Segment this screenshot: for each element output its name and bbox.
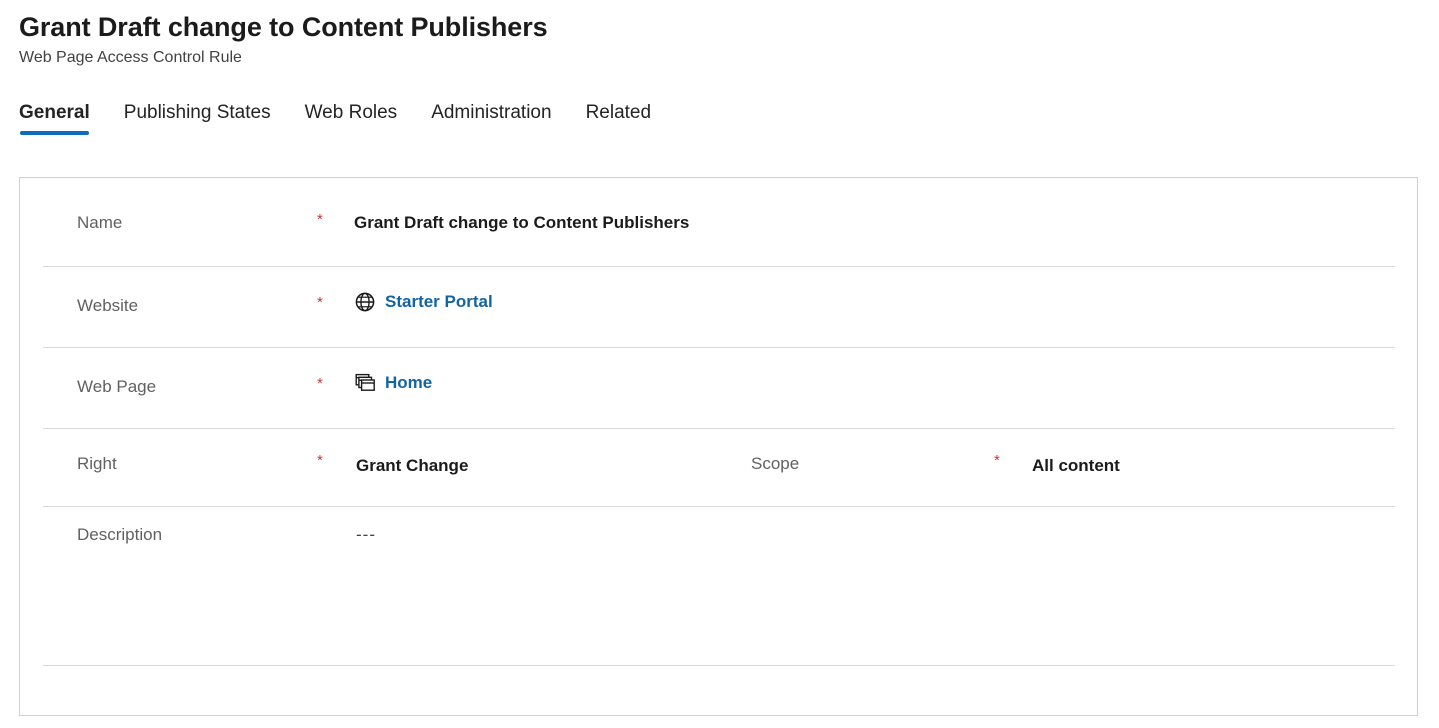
- field-value-name[interactable]: Grant Draft change to Content Publishers: [354, 212, 689, 234]
- tab-web-roles-label: Web Roles: [304, 102, 398, 123]
- tab-bar: General Publishing States Web Roles Admi…: [0, 95, 1439, 135]
- field-label-scope: Scope: [751, 454, 800, 473]
- form-card-footer-space: [20, 666, 1417, 715]
- field-label-right: Right: [77, 454, 117, 473]
- tab-administration[interactable]: Administration: [431, 101, 551, 135]
- field-label-name: Name: [77, 213, 123, 232]
- required-indicator-right: *: [317, 452, 323, 469]
- tab-web-roles[interactable]: Web Roles: [305, 101, 398, 135]
- field-value-scope[interactable]: All content: [1032, 455, 1120, 477]
- field-value-description[interactable]: ---: [356, 524, 376, 546]
- tab-administration-label: Administration: [431, 102, 552, 123]
- field-label-website: Website: [77, 296, 139, 315]
- field-label-web-page: Web Page: [77, 377, 157, 396]
- tab-publishing-states[interactable]: Publishing States: [124, 101, 271, 135]
- required-indicator-scope: *: [994, 452, 1000, 469]
- form-row-description: Description ---: [20, 507, 1417, 666]
- web-page-icon: [354, 372, 376, 394]
- lookup-link-web-page[interactable]: Home: [385, 372, 432, 394]
- lookup-link-website[interactable]: Starter Portal: [385, 291, 493, 313]
- required-indicator-name: *: [317, 211, 323, 228]
- tab-related-label: Related: [585, 102, 652, 123]
- tab-publishing-states-label: Publishing States: [123, 102, 271, 123]
- page-header: Grant Draft change to Content Publishers…: [0, 0, 1439, 69]
- globe-icon: [354, 291, 376, 313]
- required-indicator-web-page: *: [317, 375, 323, 392]
- lookup-web-page[interactable]: Home: [354, 372, 432, 394]
- tab-general[interactable]: General: [19, 101, 90, 135]
- tab-related[interactable]: Related: [586, 101, 652, 135]
- general-form-card: Name * Grant Draft change to Content Pub…: [19, 177, 1418, 716]
- required-indicator-website: *: [317, 294, 323, 311]
- field-label-description: Description: [77, 525, 163, 544]
- page-title: Grant Draft change to Content Publishers: [19, 12, 548, 42]
- lookup-website[interactable]: Starter Portal: [354, 291, 493, 313]
- form-row-right: Right * Grant Change Scope * All content: [20, 429, 1417, 507]
- field-value-right[interactable]: Grant Change: [356, 455, 468, 477]
- form-row-web-page: Web Page * Home: [20, 348, 1417, 429]
- page-subtitle: Web Page Access Control Rule: [19, 49, 242, 66]
- tab-general-label: General: [19, 102, 90, 123]
- form-row-name: Name * Grant Draft change to Content Pub…: [20, 178, 1417, 267]
- form-row-website: Website * Starter Portal: [20, 267, 1417, 348]
